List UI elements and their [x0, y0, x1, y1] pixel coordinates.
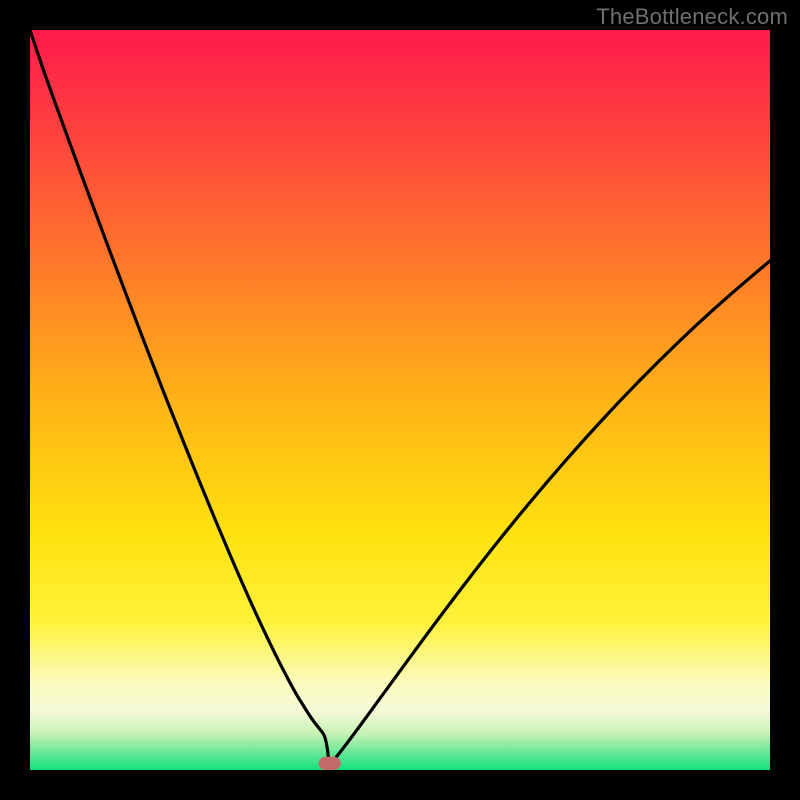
optimal-marker [319, 757, 341, 770]
chart-frame: TheBottleneck.com [0, 0, 800, 800]
gradient-background [30, 30, 770, 770]
plot-area [30, 30, 770, 770]
chart-svg [30, 30, 770, 770]
watermark-text: TheBottleneck.com [596, 4, 788, 30]
